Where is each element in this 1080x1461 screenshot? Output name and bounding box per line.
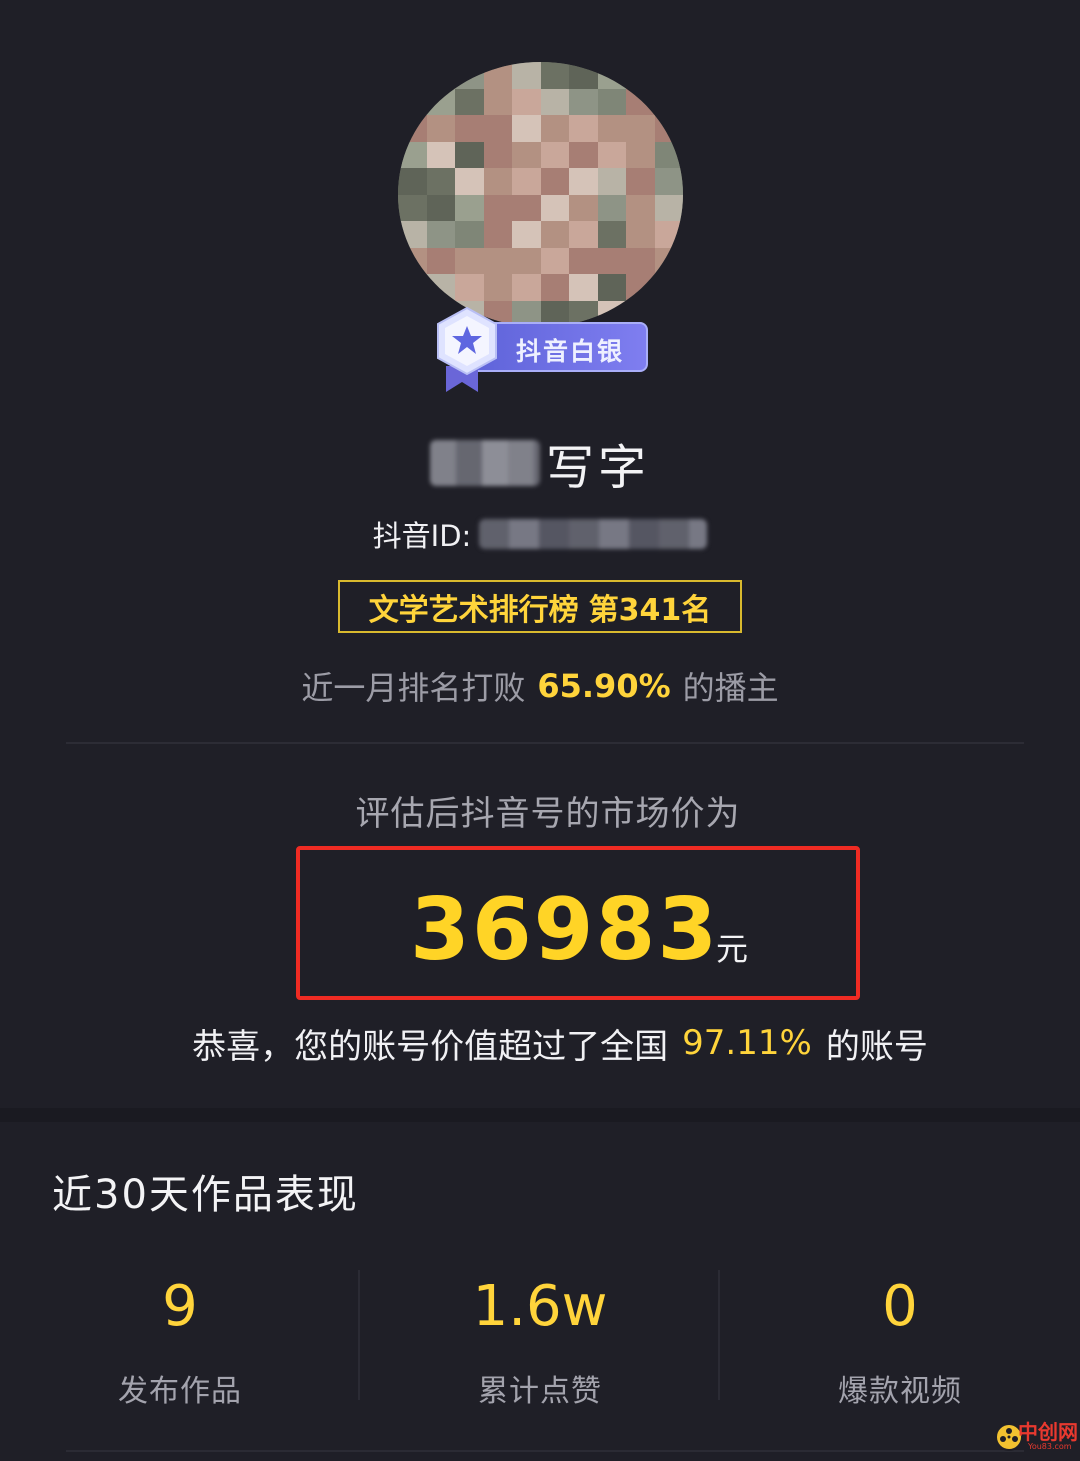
stat-value: 9 xyxy=(162,1274,198,1339)
beat-suffix: 的播主 xyxy=(682,669,779,707)
rank-beat-text: 近一月排名打败 65.90% 的播主 xyxy=(0,662,1080,710)
congrats-suffix: 的账号 xyxy=(825,1026,928,1067)
stat-value: 1.6w xyxy=(472,1274,608,1339)
stat-label: 发布作品 xyxy=(118,1374,242,1409)
valuation-amount: 36983 xyxy=(410,880,720,980)
beat-prefix: 近一月排名打败 xyxy=(301,669,526,707)
rank-position: 第341名 xyxy=(588,592,712,628)
section-divider xyxy=(0,1108,1080,1122)
stat-label: 爆款视频 xyxy=(838,1374,962,1409)
nickname-redacted xyxy=(429,440,540,486)
congrats-percent: 97.11% xyxy=(682,1023,812,1063)
stats-grid: 9 发布作品 1.6w 累计点赞 0 爆款视频 xyxy=(0,1266,1080,1416)
star-shield-icon xyxy=(437,306,497,392)
stats-section-title: 近30天作品表现 xyxy=(52,1172,359,1218)
stat-likes[interactable]: 1.6w 累计点赞 xyxy=(360,1266,720,1416)
badge-label: 抖音白银 xyxy=(516,337,625,366)
douyin-id-redacted xyxy=(479,519,708,549)
congrats-text: 恭喜，您的账号价值超过了全国 97.11% 的账号 xyxy=(0,1018,1080,1068)
divider xyxy=(66,1450,1024,1452)
valuation-highlight-frame: 36983 元 xyxy=(296,846,860,1000)
valuation-unit: 元 xyxy=(716,930,749,968)
watermark-text: 中创网 xyxy=(1018,1420,1078,1444)
silver-badge: 抖音白银 xyxy=(432,304,648,394)
stat-published[interactable]: 9 发布作品 xyxy=(0,1266,360,1416)
congrats-prefix: 恭喜，您的账号价值超过了全国 xyxy=(192,1026,669,1067)
rank-badge[interactable]: 文学艺术排行榜 第341名 xyxy=(338,580,742,633)
stat-label: 累计点赞 xyxy=(478,1374,602,1409)
douyin-id-label: 抖音ID: xyxy=(372,519,472,553)
account-valuation-page: 抖音白银 写字 抖音ID: 文学艺术排行榜 第341名 近一月排名打败 65.9… xyxy=(0,0,1080,1461)
avatar-mosaic xyxy=(398,62,683,327)
nickname-row: 写字 xyxy=(0,430,1080,496)
site-watermark: 中创网 You83.com xyxy=(994,1416,1078,1456)
rank-category: 文学艺术排行榜 xyxy=(368,592,579,628)
stat-viral-videos[interactable]: 0 爆款视频 xyxy=(720,1266,1080,1416)
divider xyxy=(66,742,1024,744)
nickname: 写字 xyxy=(545,440,650,496)
avatar[interactable] xyxy=(398,62,683,327)
stat-value: 0 xyxy=(882,1274,918,1339)
valuation-caption: 评估后抖音号的市场价为 xyxy=(355,794,741,834)
beat-percent: 65.90% xyxy=(537,667,671,705)
watermark-sub: You83.com xyxy=(1028,1442,1072,1451)
douyin-id-row: 抖音ID: xyxy=(0,512,1080,556)
